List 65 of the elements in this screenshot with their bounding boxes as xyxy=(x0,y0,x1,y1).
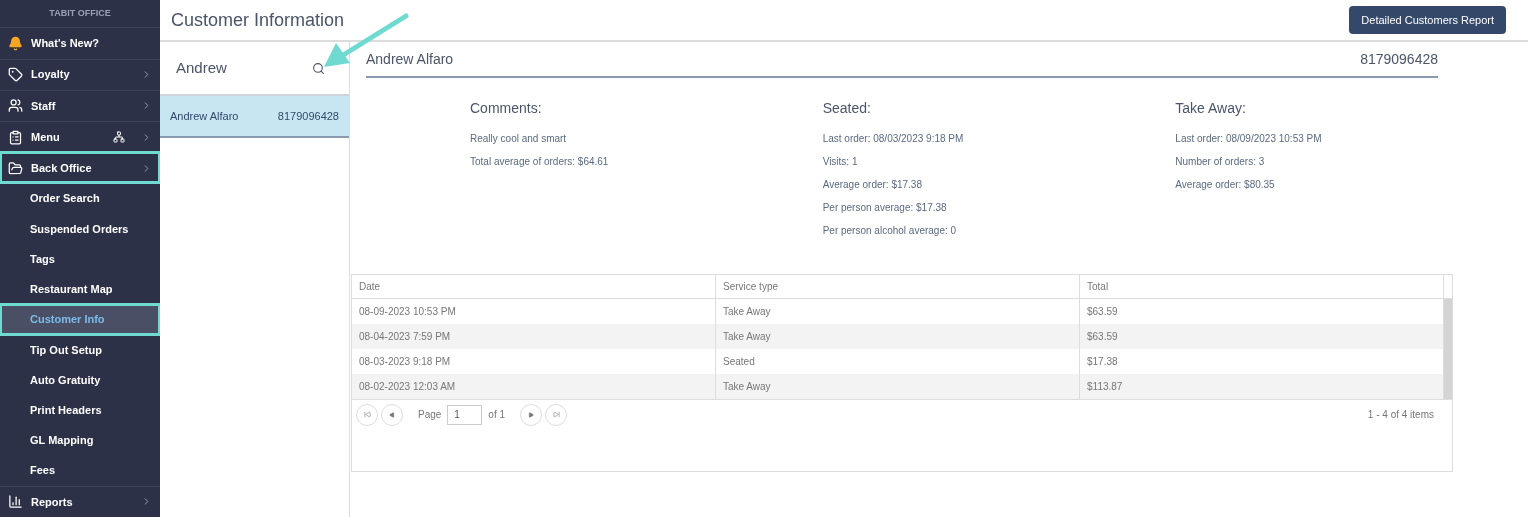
customer-name-heading: Andrew Alfaro xyxy=(366,49,454,69)
chart-icon xyxy=(8,494,23,510)
sidebar-subitem[interactable]: Print Headers xyxy=(0,395,160,426)
sidebar-subitem[interactable]: GL Mapping xyxy=(0,425,160,456)
brand-title: TABIT OFFICE xyxy=(49,6,111,20)
result-row[interactable]: Andrew Alfaro 8179096428 xyxy=(160,96,349,138)
page-label: Page xyxy=(418,408,442,422)
sidebar-item[interactable]: Loyalty xyxy=(0,58,160,90)
previous-page-icon xyxy=(389,411,395,418)
sidebar-label: Back Office xyxy=(31,161,93,177)
customer-name: Andrew Alfaro xyxy=(170,108,239,124)
users-icon xyxy=(8,98,23,114)
sidebar-subitem[interactable]: Tags xyxy=(0,243,160,275)
info-line: Last order: 08/03/2023 9:18 PM xyxy=(822,132,965,146)
search-input[interactable]: Andrew xyxy=(176,56,312,80)
info-line: Total average of orders: $64.61 xyxy=(470,155,610,169)
sidebar-subitem[interactable]: Order Search xyxy=(0,183,160,214)
page-input[interactable]: 1 xyxy=(447,404,483,425)
section-title: Take Away: xyxy=(1175,99,1247,118)
search-icon[interactable] xyxy=(312,61,325,75)
info-line: Per person average: $17.38 xyxy=(822,201,948,215)
sidebar-label: What's New? xyxy=(31,36,100,52)
info-line: Average order: $80.35 xyxy=(1175,178,1276,192)
tag-icon xyxy=(8,67,23,83)
sidebar-subitem[interactable]: Suspended Orders xyxy=(0,213,160,244)
sidebar-subitem[interactable]: Restaurant Map xyxy=(0,274,160,305)
sidebar-item[interactable]: Staff xyxy=(0,89,160,121)
sidebar-label: Loyalty xyxy=(31,67,71,83)
info-line: Last order: 08/09/2023 10:53 PM xyxy=(1175,132,1323,146)
section-title: Comments: xyxy=(470,99,543,118)
sidebar-item[interactable]: Reports xyxy=(0,485,160,517)
sidebar-subitem[interactable]: Tip Out Setup xyxy=(0,334,160,365)
last-page-icon xyxy=(552,411,560,418)
sidebar-item[interactable]: Menu xyxy=(0,121,160,153)
customer-phone-heading: 8179096428 xyxy=(1360,49,1438,69)
items-summary: 1 - 4 of 4 items xyxy=(1367,408,1434,422)
sidebar-item[interactable]: Back Office xyxy=(0,152,160,184)
hierarchy-icon xyxy=(113,131,125,144)
info-line: Average order: $17.38 xyxy=(822,178,923,192)
table-cell: 08-02-2023 12:03 AM xyxy=(352,374,716,399)
sidebar-label: Menu xyxy=(31,129,61,145)
next-page-icon xyxy=(528,411,535,418)
column-header: Date xyxy=(352,275,716,298)
sidebar-item[interactable]: What's New? xyxy=(0,27,160,59)
first-page-icon xyxy=(363,411,371,418)
info-line: Really cool and smart xyxy=(470,132,568,146)
sidebar-label: Staff xyxy=(31,98,57,114)
page-count: of 1 xyxy=(488,408,506,422)
info-line: Per person alcohol average: 0 xyxy=(822,224,958,238)
info-line: Visits: 1 xyxy=(822,155,859,169)
sidebar-subitem[interactable]: Auto Gratuity xyxy=(0,364,160,396)
column-header: Service type xyxy=(716,275,1080,298)
section-title: Seated: xyxy=(822,99,872,118)
clipboard-icon xyxy=(8,129,23,145)
bell-icon xyxy=(8,35,23,51)
report-button[interactable]: Detailed Customers Report xyxy=(1349,5,1506,35)
sidebar-label: Reports xyxy=(31,494,74,510)
customer-phone: 8179096428 xyxy=(277,108,339,124)
page-title: Customer Information xyxy=(171,8,345,32)
table-cell: Take Away xyxy=(716,374,1080,399)
column-header: Total xyxy=(1080,275,1444,298)
folder-icon xyxy=(8,160,23,176)
sidebar-subitem[interactable]: Customer Info xyxy=(0,304,160,335)
info-line: Number of orders: 3 xyxy=(1175,155,1266,169)
sidebar-subitem[interactable]: Fees xyxy=(0,455,160,486)
